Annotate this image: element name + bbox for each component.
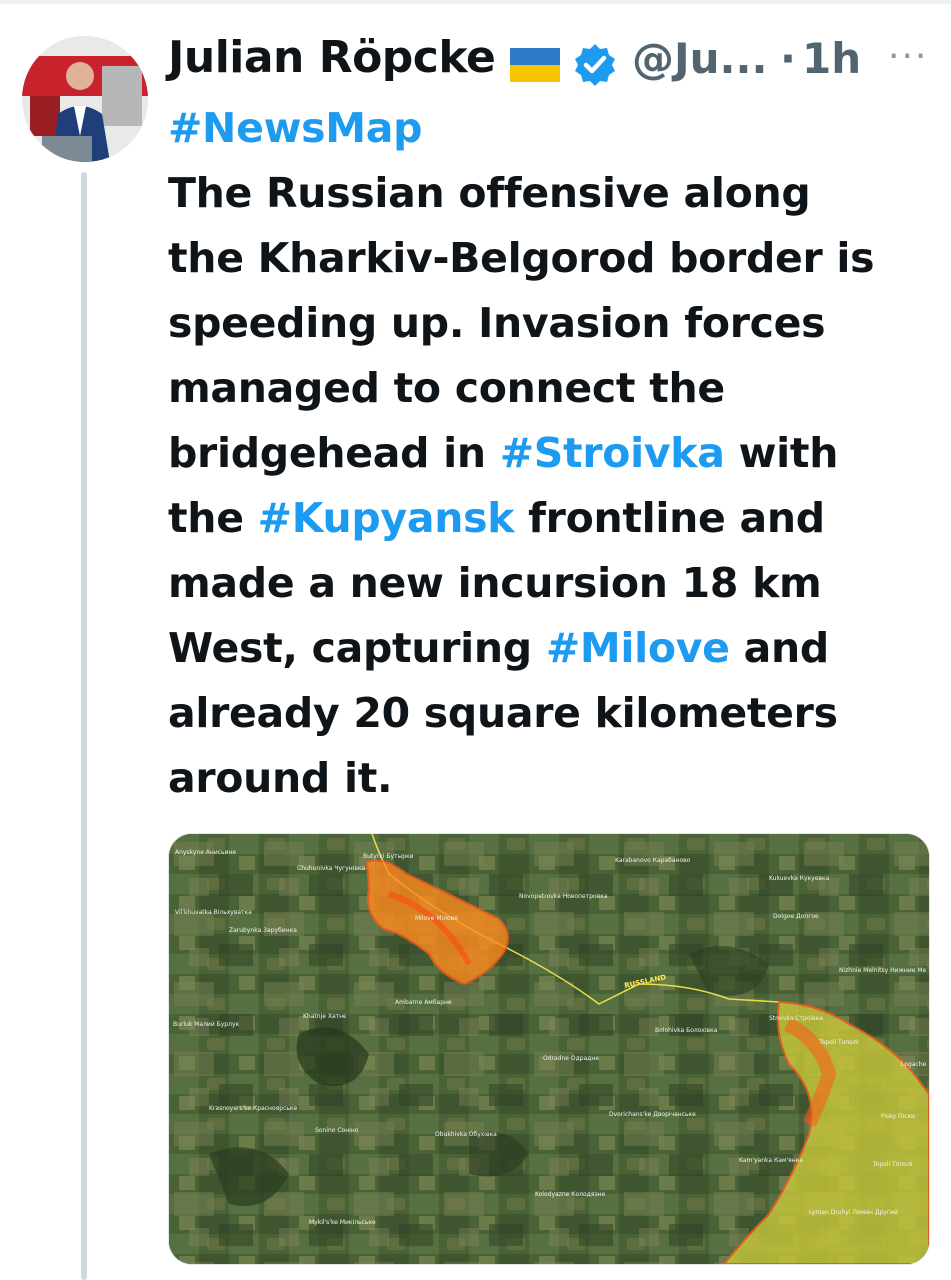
tweet-line: around it. bbox=[168, 746, 938, 811]
tweet-text-segment: bridgehead in bbox=[168, 429, 500, 477]
map-place-label: Sonino Соніно bbox=[315, 1127, 359, 1134]
map-place-label: Stroivka Строївка bbox=[769, 1015, 823, 1022]
author-name[interactable]: Julian Röpcke bbox=[168, 32, 496, 83]
hashtag-link[interactable]: #NewsMap bbox=[168, 104, 422, 152]
map-place-label: Bolohivka Болохівка bbox=[655, 1027, 718, 1034]
map-place-label: Obukhivka Обухівка bbox=[435, 1131, 497, 1138]
tweet-line: made a new incursion 18 km bbox=[168, 551, 938, 616]
tweet-header: Julian Röpcke @Ju... · 1h ··· bbox=[168, 30, 948, 90]
map-place-label: Pisky Піски bbox=[881, 1113, 915, 1120]
verified-badge-icon[interactable] bbox=[572, 42, 618, 88]
map-place-label: Odradne Одрадне bbox=[543, 1055, 599, 1062]
post-time[interactable]: 1h bbox=[802, 34, 861, 83]
map-place-label: Kam'yanka Кам'янка bbox=[739, 1157, 803, 1164]
thread-line bbox=[81, 172, 87, 1280]
tweet-text-segment: around it. bbox=[168, 754, 393, 802]
top-divider bbox=[0, 0, 951, 4]
map-place-label: Ambarne Амбарне bbox=[395, 999, 452, 1006]
map-place-label: Lyman Druhyi Лиман Другий bbox=[809, 1209, 898, 1216]
tweet-line: West, capturing #Milove and bbox=[168, 616, 938, 681]
ukraine-flag-icon bbox=[510, 48, 560, 82]
hashtag-link[interactable]: #Kupyansk bbox=[258, 494, 515, 542]
map-place-label: Karabanovo Карабаново bbox=[615, 857, 691, 864]
map-place-label: Chuhunivka Чугунівка bbox=[297, 865, 365, 872]
avatar-image bbox=[22, 36, 148, 162]
tweet-line: already 20 square kilometers bbox=[168, 681, 938, 746]
tweet-text-segment: made a new incursion 18 km bbox=[168, 559, 822, 607]
map-place-label: Topoli Тополі bbox=[818, 1039, 859, 1046]
tweet-text-segment: West, capturing bbox=[168, 624, 546, 672]
tweet-text-segment: and bbox=[729, 624, 830, 672]
hashtag-link[interactable]: #Stroivka bbox=[500, 429, 725, 477]
hashtag-link[interactable]: #Milove bbox=[546, 624, 730, 672]
map-place-label: Topoli Тополі bbox=[872, 1161, 913, 1168]
avatar[interactable] bbox=[22, 36, 148, 162]
map-image: Anyskyne Анисьине Chuhunivka Чугунівка But… bbox=[169, 834, 929, 1264]
map-place-label: Zarubynka Зарубинка bbox=[229, 927, 297, 934]
tweet-line: #NewsMap bbox=[168, 96, 938, 161]
map-place-label: Butyrki Бутырки bbox=[363, 853, 414, 860]
map-place-label: Dvorichans'ke Дворічанське bbox=[609, 1111, 696, 1118]
map-place-label: Kukuevka Кукуевка bbox=[769, 875, 830, 882]
map-place-label: Burluk Малий Бурлук bbox=[173, 1021, 239, 1028]
tweet-line: The Russian offensive along bbox=[168, 161, 938, 226]
tweet-text-segment: already 20 square kilometers bbox=[168, 689, 838, 737]
tweet-text-segment: the Kharkiv-Belgorod border is bbox=[168, 234, 875, 282]
map-place-label: Logache bbox=[901, 1061, 926, 1068]
tweet-line: managed to connect the bbox=[168, 356, 938, 421]
tweet-text: #NewsMap The Russian offensive along the K… bbox=[168, 96, 938, 811]
tweet-line: speeding up. Invasion forces bbox=[168, 291, 938, 356]
author-handle[interactable]: @Ju... bbox=[632, 34, 767, 83]
tweet-media-map[interactable]: Anyskyne Анисьине Chuhunivka Чугунівка But… bbox=[168, 833, 930, 1265]
map-place-label: Dolgoe Долгое bbox=[773, 913, 819, 920]
tweet-text-segment: The Russian offensive along bbox=[168, 169, 811, 217]
tweet-line: bridgehead in #Stroivka with bbox=[168, 421, 938, 486]
separator-dot: · bbox=[780, 34, 796, 83]
map-place-label: Krasnoyars'ke Красноярське bbox=[209, 1105, 298, 1112]
tweet-text-segment: managed to connect the bbox=[168, 364, 725, 412]
map-place-label: Khatnje Хатнє bbox=[303, 1013, 346, 1020]
tweet-text-segment: with bbox=[724, 429, 839, 477]
more-options-icon[interactable]: ··· bbox=[888, 36, 928, 77]
tweet-line: the #Kupyansk frontline and bbox=[168, 486, 938, 551]
tweet-text-segment: speeding up. Invasion forces bbox=[168, 299, 826, 347]
tweet-text-segment: the bbox=[168, 494, 258, 542]
map-place-label: Mykil's'ke Микільське bbox=[309, 1219, 376, 1226]
map-place-label: Nizhnie Melnitsy Нижние Ме bbox=[839, 967, 927, 974]
map-place-label: Novopetrovka Новопетровка bbox=[519, 893, 608, 900]
tweet-line: the Kharkiv-Belgorod border is bbox=[168, 226, 938, 291]
map-place-label: Vil'khuvatka Вільхуватка bbox=[175, 909, 252, 916]
map-place-label: Milove Мілове bbox=[415, 915, 458, 922]
map-place-label: Kolodyazne Колодязне bbox=[535, 1191, 606, 1198]
tweet-text-segment: frontline and bbox=[514, 494, 825, 542]
map-place-label: Anyskyne Анисьине bbox=[175, 849, 236, 856]
